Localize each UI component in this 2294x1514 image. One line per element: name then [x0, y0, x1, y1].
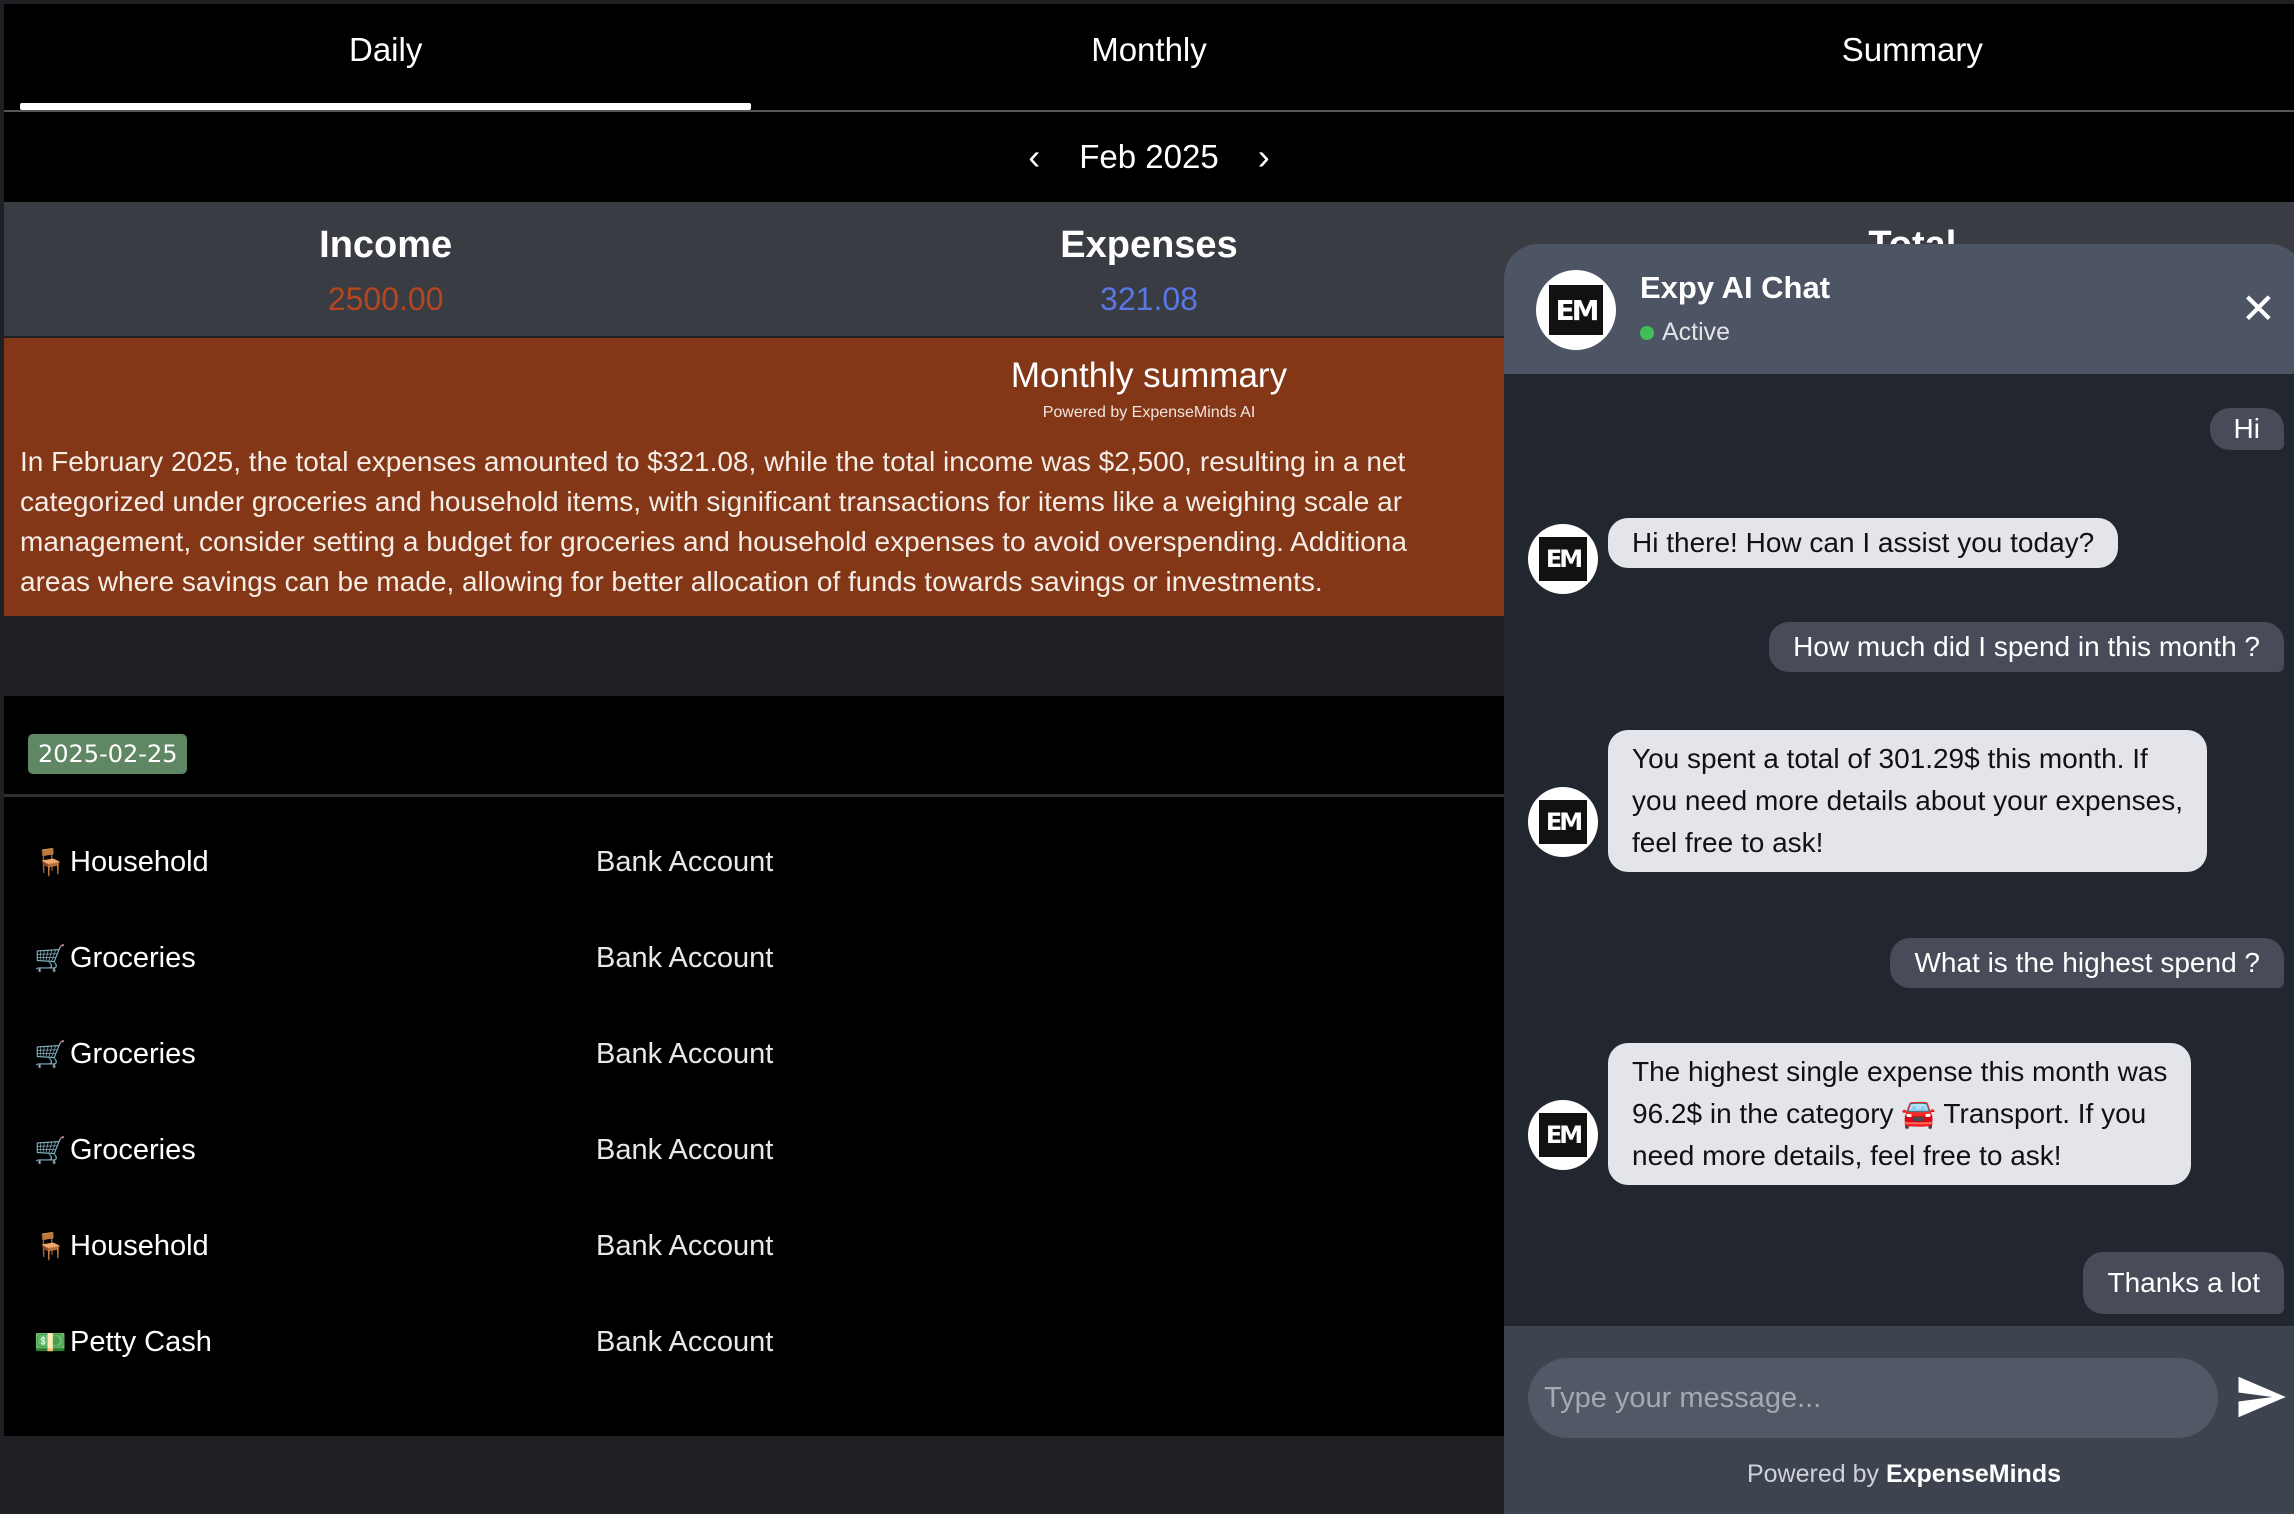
- tab-summary-label: Summary: [1841, 31, 1983, 68]
- cash-icon: 💵: [34, 1326, 67, 1357]
- expenses-value: 321.08: [1100, 281, 1198, 317]
- message-text: Thanks a lot: [2107, 1267, 2260, 1298]
- bot-message: The highest single expense this month wa…: [1608, 1043, 2192, 1185]
- row-category: 🪑 Household: [34, 1230, 209, 1263]
- expenses-label: Expenses: [1060, 224, 1238, 266]
- logo-mark: EM: [1539, 1113, 1587, 1157]
- bot-message: Hi there! How can I assist you today?: [1608, 518, 2119, 568]
- message-input[interactable]: [1528, 1358, 2218, 1438]
- income-label: Income: [319, 224, 453, 266]
- message-line: need more details, feel free to ask!: [1632, 1140, 2062, 1171]
- close-icon[interactable]: ✕: [2241, 288, 2276, 330]
- category-label: Groceries: [70, 941, 196, 974]
- chevron-right-icon[interactable]: ›: [1249, 136, 1279, 178]
- cart-icon: 🛒: [34, 1134, 67, 1165]
- message-line: you need more details about your expense…: [1632, 785, 2184, 816]
- message-text: Hi there! How can I assist you today?: [1632, 527, 2095, 558]
- chat-input-bar: Powered by ExpenseMinds: [1504, 1326, 2294, 1514]
- category-label: Groceries: [70, 1037, 196, 1070]
- message-line: The highest single expense this month wa…: [1632, 1056, 2168, 1087]
- tab-daily-label: Daily: [348, 31, 423, 68]
- user-message: Thanks a lot: [2083, 1252, 2284, 1314]
- household-icon: 🪑: [34, 1230, 67, 1261]
- tab-summary[interactable]: Summary: [1531, 4, 2294, 110]
- app: Daily Monthly Summary ‹ Feb 2025 › Incom…: [4, 4, 2294, 1514]
- message-list: Hi EM Hi there! How can I assist you tod…: [1504, 374, 2294, 1326]
- send-icon[interactable]: [2234, 1370, 2288, 1424]
- bot-avatar: EM: [1528, 1100, 1598, 1170]
- powered-brand: ExpenseMinds: [1885, 1460, 2062, 1488]
- bot-avatar: EM: [1528, 787, 1598, 857]
- message-text: How much did I spend in this month ?: [1793, 631, 2260, 662]
- row-category: 🛒 Groceries: [34, 1134, 196, 1167]
- chat-status: Active: [1640, 318, 1730, 347]
- account-label: Bank Account: [596, 941, 774, 974]
- account-label: Bank Account: [596, 1229, 774, 1262]
- tab-bar: Daily Monthly Summary: [4, 4, 2294, 112]
- status-label: Active: [1662, 318, 1731, 346]
- tab-daily[interactable]: Daily: [4, 4, 767, 110]
- logo-mark: EM: [1549, 285, 1603, 335]
- date-badge: 2025-02-25: [28, 734, 188, 774]
- row-category: 🪑 Household: [34, 846, 209, 879]
- account-label: Bank Account: [596, 1325, 774, 1358]
- status-dot-icon: [1640, 325, 1654, 340]
- bot-message: You spent a total of 301.29$ this month.…: [1608, 730, 2208, 872]
- tab-monthly-label: Monthly: [1091, 31, 1207, 68]
- user-message: What is the highest spend ?: [1890, 938, 2284, 988]
- account-label: Bank Account: [596, 1037, 774, 1070]
- message-line: 96.2$ in the category 🚘 Transport. If yo…: [1632, 1098, 2147, 1129]
- logo-mark: EM: [1539, 537, 1587, 581]
- category-label: Household: [70, 845, 209, 878]
- account-label: Bank Account: [596, 1133, 774, 1166]
- chat-powered-by: Powered by ExpenseMinds: [1504, 1460, 2294, 1489]
- logo-mark: EM: [1539, 800, 1587, 844]
- account-label: Bank Account: [596, 845, 774, 878]
- message-line: You spent a total of 301.29$ this month.…: [1632, 743, 2148, 774]
- category-label: Household: [70, 1229, 209, 1262]
- chat-title: Expy AI Chat: [1640, 270, 1831, 305]
- message-text: What is the highest spend ?: [1914, 947, 2260, 978]
- user-message: Hi: [2209, 408, 2284, 450]
- month-label: Feb 2025: [1079, 138, 1219, 175]
- row-category: 🛒 Groceries: [34, 942, 196, 975]
- active-tab-indicator: [20, 103, 752, 110]
- chat-panel: EM Expy AI Chat Active ✕ Hi EM Hi there!…: [1504, 244, 2294, 1514]
- powered-prefix: Powered by: [1746, 1460, 1879, 1488]
- message-text: Hi: [2233, 413, 2260, 444]
- tab-monthly[interactable]: Monthly: [767, 4, 1530, 110]
- category-label: Groceries: [70, 1133, 196, 1166]
- category-label: Petty Cash: [70, 1325, 212, 1358]
- chat-header: EM Expy AI Chat Active ✕: [1504, 244, 2294, 374]
- expenses-total: Expenses 321.08: [767, 202, 1530, 336]
- household-icon: 🪑: [34, 846, 67, 877]
- income-total: Income 2500.00: [4, 202, 767, 336]
- bot-avatar: EM: [1528, 524, 1598, 594]
- chevron-left-icon[interactable]: ‹: [1019, 136, 1049, 178]
- cart-icon: 🛒: [34, 1038, 67, 1069]
- income-value: 2500.00: [327, 281, 444, 317]
- cart-icon: 🛒: [34, 942, 67, 973]
- user-message: How much did I spend in this month ?: [1769, 622, 2284, 672]
- row-category: 💵 Petty Cash: [34, 1326, 212, 1359]
- row-category: 🛒 Groceries: [34, 1038, 196, 1071]
- chat-logo: EM: [1536, 270, 1616, 350]
- month-navigator: ‹ Feb 2025 ›: [4, 112, 2294, 202]
- message-line: feel free to ask!: [1632, 827, 1824, 858]
